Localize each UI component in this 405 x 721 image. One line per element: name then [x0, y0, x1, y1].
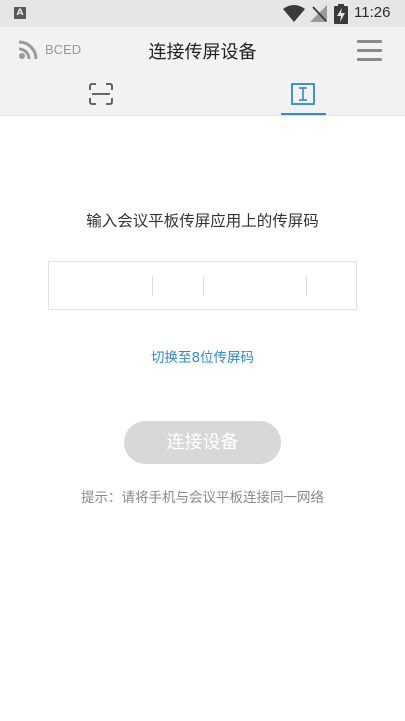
scan-frame-icon — [89, 83, 113, 105]
code-separator — [306, 276, 307, 296]
battery-charging-icon — [334, 4, 348, 24]
page-title: 连接传屏设备 — [148, 42, 257, 63]
status-bar: A 11:26 — [0, 0, 405, 27]
no-signal-icon — [310, 5, 327, 22]
code-separator — [203, 276, 204, 296]
notification-a-icon: A — [14, 7, 26, 19]
app-header: BCED 连接传屏设备 — [0, 27, 405, 73]
menu-icon-bar — [357, 58, 382, 61]
active-tab-indicator — [281, 113, 326, 115]
clock: 11:26 — [354, 4, 391, 21]
hint-text: 提示：请将手机与会议平板连接同一网络 — [81, 490, 324, 506]
tab-scan[interactable] — [61, 73, 141, 116]
menu-button[interactable] — [356, 39, 384, 61]
tab-bar — [0, 73, 405, 116]
connect-device-button[interactable]: 连接设备 — [124, 421, 281, 464]
code-input-box[interactable] — [48, 261, 357, 310]
switch-code-length-link[interactable]: 切换至8位传屏码 — [0, 346, 405, 366]
tab-code[interactable] — [263, 73, 343, 116]
menu-icon — [357, 40, 382, 43]
code-separator — [152, 276, 153, 296]
text-cursor-icon — [291, 83, 315, 105]
menu-icon-bar — [357, 49, 382, 52]
wifi-icon — [283, 5, 305, 22]
instruction-text: 输入会议平板传屏应用上的传屏码 — [86, 212, 319, 230]
